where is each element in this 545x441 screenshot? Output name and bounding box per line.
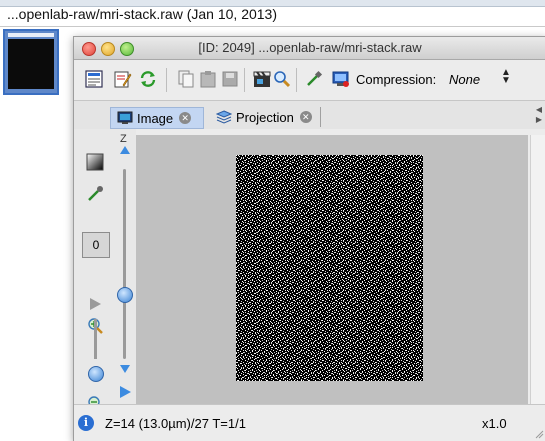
monitor-icon xyxy=(117,111,133,124)
control-strip: Z 0 xyxy=(74,129,136,412)
tab-scroll-arrows-icon[interactable]: ◀ ▶ xyxy=(536,105,542,125)
color-picker-icon[interactable] xyxy=(86,185,104,203)
close-tab-icon[interactable]: ✕ xyxy=(299,111,312,123)
image-canvas[interactable] xyxy=(136,135,528,404)
properties-icon[interactable] xyxy=(84,69,104,89)
vertical-scrollbar[interactable] xyxy=(530,135,545,404)
compression-select[interactable]: None xyxy=(449,72,480,87)
select-arrows-icon[interactable]: ▲ ▼ xyxy=(501,68,511,86)
tab-projection[interactable]: Projection ✕ xyxy=(210,107,321,127)
zoom-level: x1.0 xyxy=(482,416,507,431)
title-bar[interactable]: [ID: 2049] ...openlab-raw/mri-stack.raw xyxy=(74,37,545,60)
outer-window-title: ...openlab-raw/mri-stack.raw (Jan 10, 20… xyxy=(7,6,277,22)
play-icon[interactable] xyxy=(118,385,132,399)
contrast-icon[interactable] xyxy=(86,153,104,171)
z-up-arrow-icon[interactable] xyxy=(119,145,131,155)
close-tab-icon[interactable]: ✕ xyxy=(179,112,192,124)
paste-icon[interactable] xyxy=(198,69,218,89)
channel-field[interactable]: 0 xyxy=(82,232,110,258)
info-icon[interactable]: i xyxy=(78,415,94,431)
tab-image[interactable]: Image ✕ xyxy=(110,107,204,129)
tab-image-label: Image xyxy=(137,110,174,126)
compression-icon xyxy=(332,71,349,87)
z-slider-track[interactable] xyxy=(123,169,126,359)
thumbnail-header xyxy=(8,33,54,37)
resize-grip-icon[interactable] xyxy=(534,429,544,439)
status-bar: i Z=14 (13.0µm)/27 T=1/1 x1.0 xyxy=(74,404,545,441)
toolbar-separator xyxy=(296,68,297,92)
copy-icon[interactable] xyxy=(176,69,196,89)
pipette-icon[interactable] xyxy=(304,69,324,89)
script-icon[interactable] xyxy=(112,69,132,89)
z-slider-knob[interactable] xyxy=(117,287,133,303)
toolbar-separator xyxy=(244,68,245,92)
toolbar-separator xyxy=(166,68,167,92)
clapperboard-icon[interactable] xyxy=(252,69,272,89)
zoom-icon[interactable] xyxy=(272,69,292,89)
position-readout: Z=14 (13.0µm)/27 T=1/1 xyxy=(105,416,246,431)
z-axis-label: Z xyxy=(120,133,127,145)
tab-projection-label: Projection xyxy=(236,109,294,125)
toolbar: Compression: None ▲ ▼ xyxy=(74,60,545,101)
save-icon[interactable] xyxy=(220,69,240,89)
image-thumbnail[interactable] xyxy=(3,29,59,95)
z-down-arrow-icon[interactable] xyxy=(119,364,131,374)
play-disabled-icon[interactable] xyxy=(88,297,102,311)
window-title: [ID: 2049] ...openlab-raw/mri-stack.raw xyxy=(198,40,422,55)
layers-icon xyxy=(216,110,232,124)
zoom-slider-track[interactable] xyxy=(94,319,97,359)
view-tabs: Image ✕ Projection ✕ ◀ ▶ xyxy=(74,101,545,129)
refresh-icon[interactable] xyxy=(138,69,158,89)
thumbnail-preview xyxy=(8,39,54,89)
compression-label: Compression: xyxy=(356,72,437,87)
image-viewer-window: [ID: 2049] ...openlab-raw/mri-stack.raw xyxy=(73,36,545,441)
mri-image xyxy=(236,155,423,381)
zoom-slider-knob[interactable] xyxy=(88,366,104,382)
